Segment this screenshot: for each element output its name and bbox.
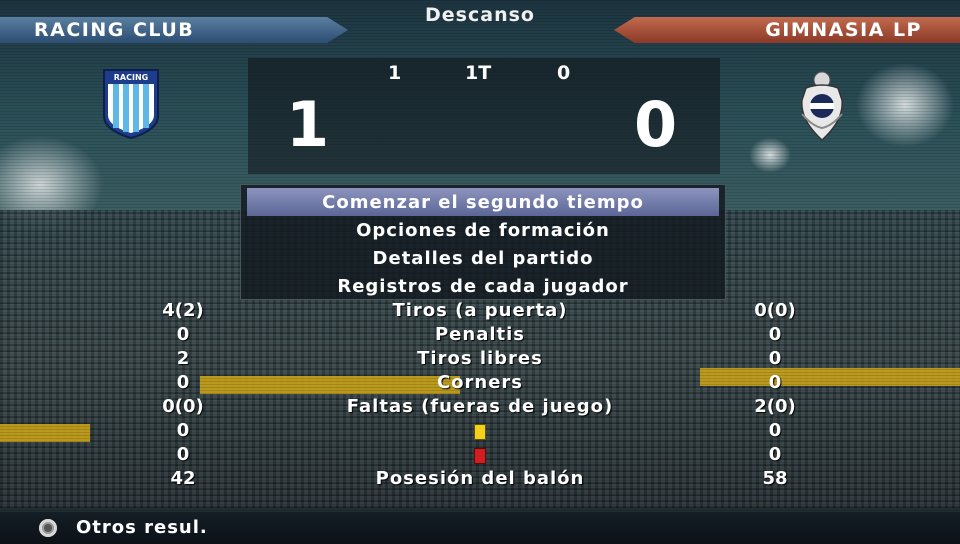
away-team-crest: [801, 71, 843, 142]
stat-label: Posesión del balón: [375, 468, 585, 489]
stat-row-corners: 0 Corners 0: [0, 371, 960, 395]
stat-away-value: 0(0): [754, 300, 796, 321]
stat-row-fouls: 0(0) Faltas (fueras de juego) 2(0): [0, 395, 960, 419]
stat-row-yellow-cards: 0 0: [0, 419, 960, 443]
bottom-bar: Otros resul.: [0, 512, 960, 544]
stat-away-value: 0: [768, 348, 782, 369]
stat-away-value: 2(0): [754, 396, 796, 417]
stat-label: Corners: [436, 372, 524, 393]
stat-row-free-kicks: 2 Tiros libres 0: [0, 347, 960, 371]
stat-away-value: 0: [768, 444, 782, 465]
stat-home-value: 0: [176, 420, 190, 441]
stat-home-value: 0(0): [162, 396, 204, 417]
stat-away-value: 0: [768, 420, 782, 441]
stat-home-value: 0: [176, 372, 190, 393]
stat-home-value: 42: [170, 468, 196, 489]
away-score: 0: [634, 88, 678, 161]
menu-item-formation-options[interactable]: Opciones de formación: [247, 216, 719, 244]
stat-away-value: 58: [762, 468, 788, 489]
home-team-crest: RACING: [103, 69, 159, 140]
stat-home-value: 4(2): [162, 300, 204, 321]
top-bar: Descanso RACING CLUB GIMNASIA LP: [0, 0, 960, 44]
stat-row-red-cards: 0 0: [0, 443, 960, 467]
stat-home-value: 2: [176, 348, 190, 369]
stat-home-value: 0: [176, 444, 190, 465]
stat-row-shots: 4(2) Tiros (a puerta) 0(0): [0, 299, 960, 323]
other-results-button[interactable]: Otros resul.: [76, 517, 208, 538]
stat-label: Tiros (a puerta): [392, 300, 568, 321]
stat-home-value: 0: [176, 324, 190, 345]
stat-row-possession: 42 Posesión del balón 58: [0, 467, 960, 491]
away-team-name: GIMNASIA LP: [614, 17, 960, 43]
home-team-name: RACING CLUB: [0, 17, 348, 43]
stat-label: Faltas (fueras de juego): [346, 396, 614, 417]
home-score: 1: [286, 88, 330, 161]
yellow-card-icon: [474, 424, 486, 440]
menu-item-match-details[interactable]: Detalles del partido: [247, 244, 719, 272]
stat-away-value: 0: [768, 372, 782, 393]
menu-item-player-records[interactable]: Registros de cada jugador: [247, 272, 719, 300]
menu-item-start-second-half[interactable]: Comenzar el segundo tiempo: [247, 188, 719, 216]
circle-button-icon[interactable]: [39, 519, 57, 537]
half-away-score: 0: [557, 62, 571, 84]
home-crest-text: RACING: [114, 73, 148, 82]
stat-row-penalties: 0 Penaltis 0: [0, 323, 960, 347]
half-home-score: 1: [388, 62, 402, 84]
stat-label: Penaltis: [434, 324, 526, 345]
stat-away-value: 0: [768, 324, 782, 345]
half-label: 1T: [465, 62, 492, 84]
halftime-menu: Comenzar el segundo tiempo Opciones de f…: [240, 184, 726, 300]
red-card-icon: [474, 448, 486, 464]
stat-label: Tiros libres: [417, 348, 543, 369]
